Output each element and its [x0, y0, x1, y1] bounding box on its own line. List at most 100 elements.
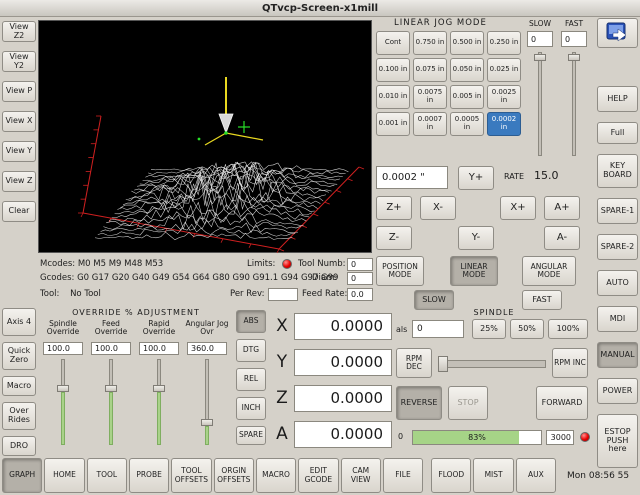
- jog-increment-button[interactable]: 0.0007 in: [413, 112, 447, 136]
- clear-button[interactable]: Clear: [2, 201, 36, 222]
- jog-y-plus-button[interactable]: Y+: [458, 166, 494, 190]
- jog-x-minus-button[interactable]: X-: [420, 196, 456, 220]
- keyboard-button[interactable]: KEY BOARD: [597, 154, 638, 188]
- mdi-mode-button[interactable]: MDI: [597, 306, 638, 332]
- spindle-rpm-slider[interactable]: [438, 360, 546, 368]
- jog-increment-button[interactable]: 0.500 in: [450, 31, 484, 55]
- exit-button[interactable]: [597, 18, 638, 48]
- slider-handle[interactable]: [105, 385, 117, 392]
- tool-offsets-tab-button[interactable]: TOOL OFFSETS: [171, 458, 211, 493]
- linear-mode-button[interactable]: LINEAR MODE: [450, 256, 498, 286]
- jog-increment-button[interactable]: 0.0005 in: [450, 112, 484, 136]
- rapid-override-slider[interactable]: [153, 359, 165, 445]
- inch-button[interactable]: INCH: [236, 397, 266, 420]
- jog-increment-button[interactable]: 0.001 in: [376, 112, 410, 136]
- edit-gcode-tab-button[interactable]: EDIT GCODE: [298, 458, 338, 493]
- graph-tab-button[interactable]: GRAPH: [2, 458, 42, 493]
- help-button[interactable]: HELP: [597, 86, 638, 112]
- jog-increment-button[interactable]: 0.050 in: [450, 58, 484, 82]
- jog-z-minus-button[interactable]: Z-: [376, 226, 412, 250]
- origin-offsets-tab-button[interactable]: ORGIN OFFSETS: [214, 458, 254, 493]
- slider-handle[interactable]: [201, 419, 213, 426]
- title-bar[interactable]: QTvcp-Screen-x1mill: [0, 0, 640, 17]
- spare-2-button[interactable]: SPARE-2: [597, 234, 638, 260]
- slider-track: [538, 52, 542, 156]
- position-mode-button[interactable]: POSITION MODE: [376, 256, 424, 286]
- spindle-50pct-button[interactable]: 50%: [510, 319, 544, 339]
- file-tab-button[interactable]: FILE: [383, 458, 423, 493]
- dro-tab-button[interactable]: DRO: [2, 436, 36, 456]
- mist-button[interactable]: MIST: [473, 458, 513, 493]
- view-z-button[interactable]: View Z: [2, 171, 36, 192]
- axis-4-button[interactable]: Axis 4: [2, 308, 36, 336]
- view-x-button[interactable]: View X: [2, 111, 36, 132]
- spare-1-button[interactable]: SPARE-1: [597, 198, 638, 224]
- jog-increment-button[interactable]: 0.0025 in: [487, 85, 521, 109]
- jog-a-plus-button[interactable]: A+: [544, 196, 580, 220]
- auto-mode-button[interactable]: AUTO: [597, 270, 638, 296]
- macro-bottom-button[interactable]: MACRO: [256, 458, 296, 493]
- view-p-button[interactable]: View P: [2, 81, 36, 102]
- slider-handle[interactable]: [57, 385, 69, 392]
- macro-tab-button[interactable]: Macro: [2, 376, 36, 396]
- jog-a-minus-button[interactable]: A-: [544, 226, 580, 250]
- power-button[interactable]: POWER: [597, 378, 638, 404]
- spindle-25pct-button[interactable]: 25%: [472, 319, 506, 339]
- jog-increment-button[interactable]: 0.0075 in: [413, 85, 447, 109]
- jog-increment-button[interactable]: 0.010 in: [376, 85, 410, 109]
- slider-handle[interactable]: [153, 385, 165, 392]
- spindle-100pct-button[interactable]: 100%: [548, 319, 588, 339]
- slider-handle[interactable]: [534, 54, 546, 61]
- aux-button[interactable]: AUX: [516, 458, 556, 493]
- estop-button[interactable]: ESTOP PUSH here: [597, 414, 638, 468]
- jog-increment-button-selected[interactable]: 0.0002 in: [487, 112, 521, 136]
- rpm-inc-button[interactable]: RPM INC: [552, 348, 588, 378]
- fast-jog-spinbox[interactable]: 0: [561, 31, 587, 47]
- jog-increment-button[interactable]: 0.750 in: [413, 31, 447, 55]
- jog-increment-button[interactable]: 0.025 in: [487, 58, 521, 82]
- jog-increment-button[interactable]: 0.005 in: [450, 85, 484, 109]
- slow-jog-slider[interactable]: [534, 52, 546, 156]
- view-z2-button[interactable]: View Z2: [2, 21, 36, 42]
- home-tab-button[interactable]: HOME: [44, 458, 84, 493]
- dro-axis-letter: X: [270, 316, 294, 336]
- dtg-button[interactable]: DTG: [236, 339, 266, 362]
- spindle-bar-max: 3000: [546, 430, 574, 445]
- spindle-rpm-slider-handle[interactable]: [438, 356, 448, 372]
- abs-button[interactable]: ABS: [236, 310, 266, 333]
- backplot-view[interactable]: [38, 20, 372, 253]
- full-button[interactable]: Full: [597, 122, 638, 144]
- jog-x-plus-button[interactable]: X+: [500, 196, 536, 220]
- view-y-button[interactable]: View Y: [2, 141, 36, 162]
- angular-jog-override-slider[interactable]: [201, 359, 213, 445]
- manual-mode-button[interactable]: MANUAL: [597, 342, 638, 368]
- left-tab-column: Axis 4 Quick Zero Macro Over Rides DRO: [2, 308, 36, 456]
- spindle-stop-button[interactable]: STOP: [448, 386, 488, 420]
- view-y2-button[interactable]: View Y2: [2, 51, 36, 72]
- jog-increment-button[interactable]: 0.250 in: [487, 31, 521, 55]
- tool-tab-button[interactable]: TOOL: [87, 458, 127, 493]
- jog-z-plus-button[interactable]: Z+: [376, 196, 412, 220]
- quick-zero-button[interactable]: Quick Zero: [2, 342, 36, 370]
- overrides-tab-button[interactable]: Over Rides: [2, 402, 36, 430]
- spindle-forward-button[interactable]: FORWARD: [536, 386, 588, 420]
- flood-button[interactable]: FLOOD: [431, 458, 471, 493]
- spindle-rpm-spinbox[interactable]: 0: [412, 320, 464, 338]
- jog-y-minus-button[interactable]: Y-: [458, 226, 494, 250]
- cam-view-tab-button[interactable]: CAM VIEW: [341, 458, 381, 493]
- probe-tab-button[interactable]: PROBE: [129, 458, 169, 493]
- jog-increment-button[interactable]: Cont: [376, 31, 410, 55]
- rel-button[interactable]: REL: [236, 368, 266, 391]
- jog-increment-button[interactable]: 0.075 in: [413, 58, 447, 82]
- rpm-dec-button[interactable]: RPM DEC: [396, 348, 432, 378]
- spare-button[interactable]: SPARE: [236, 426, 266, 445]
- spindle-reverse-button[interactable]: REVERSE: [396, 386, 442, 420]
- spindle-override-slider[interactable]: [57, 359, 69, 445]
- fast-jog-slider[interactable]: [568, 52, 580, 156]
- slider-handle[interactable]: [568, 54, 580, 61]
- angular-mode-button[interactable]: ANGULAR MODE: [522, 256, 576, 286]
- jog-increment-button[interactable]: 0.100 in: [376, 58, 410, 82]
- feed-override-slider[interactable]: [105, 359, 117, 445]
- spindle-override-section: Spindle Override 100.0: [40, 320, 86, 445]
- slow-jog-spinbox[interactable]: 0: [527, 31, 553, 47]
